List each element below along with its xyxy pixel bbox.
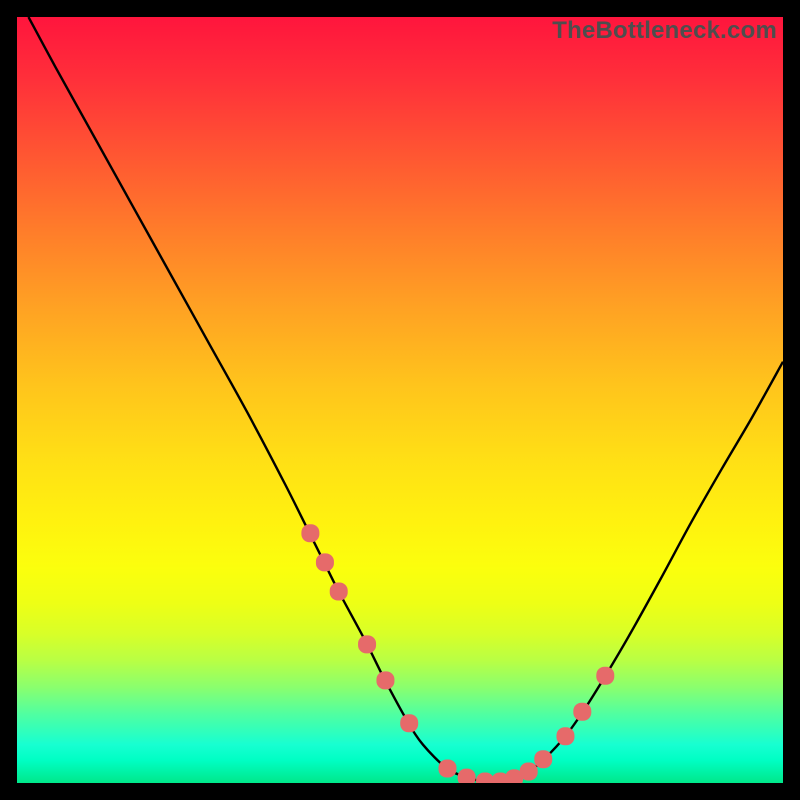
chart-root: TheBottleneck.com xyxy=(0,0,800,800)
highlight-dot xyxy=(400,714,418,732)
highlight-dot xyxy=(376,671,394,689)
highlight-markers xyxy=(301,524,614,783)
plot-area: TheBottleneck.com xyxy=(17,17,783,783)
highlight-dot xyxy=(534,750,552,768)
highlight-dot xyxy=(596,667,614,685)
bottleneck-curve xyxy=(28,17,783,782)
highlight-dot xyxy=(438,759,456,777)
highlight-dot xyxy=(476,772,494,783)
highlight-dot xyxy=(358,635,376,653)
highlight-dot xyxy=(458,769,476,783)
highlight-dot xyxy=(520,763,538,781)
highlight-dot xyxy=(556,727,574,745)
highlight-dot xyxy=(316,553,334,571)
highlight-dot xyxy=(301,524,319,542)
watermark-text: TheBottleneck.com xyxy=(552,17,777,45)
highlight-dot xyxy=(573,703,591,721)
highlight-dot xyxy=(330,583,348,601)
curve-layer xyxy=(17,17,783,783)
